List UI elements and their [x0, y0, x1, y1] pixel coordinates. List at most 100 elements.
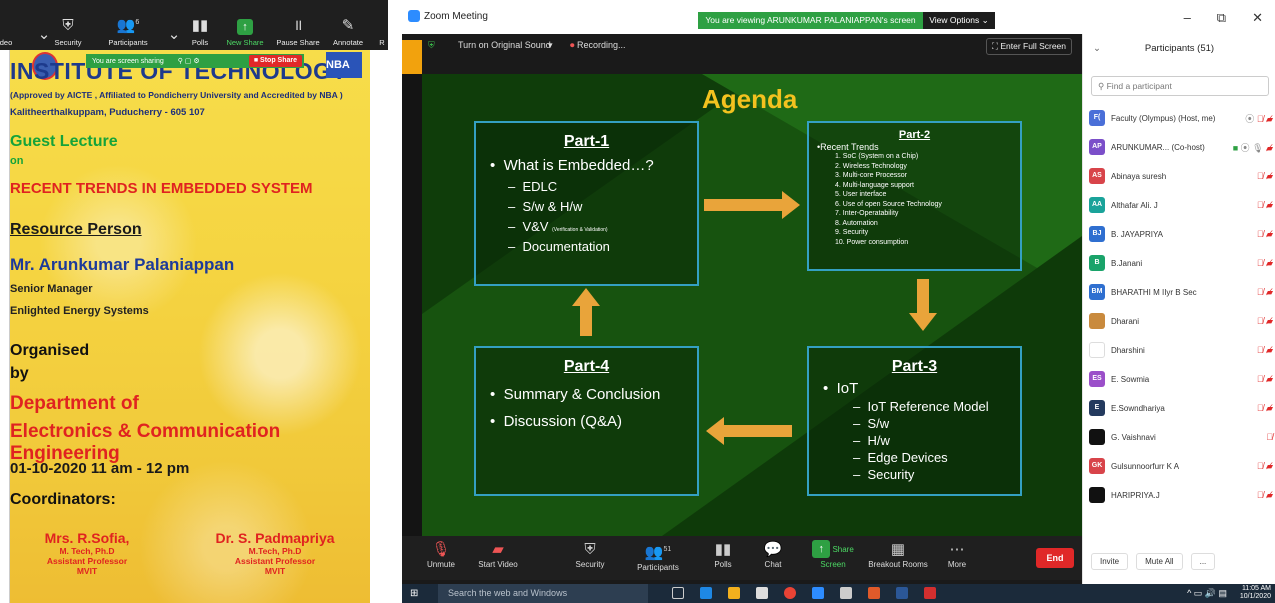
participant-row[interactable]: E E.Sowndhariya 🎙̸ ▰̸ [1089, 396, 1273, 420]
participant-status-icons: 🎙̸ ▰̸ [1256, 489, 1273, 500]
toolbar-pause-share-button[interactable]: ॥ Pause Share [274, 0, 322, 50]
participant-status-icons: 🎙̸ ▰̸ [1256, 460, 1273, 471]
chevron-down-icon[interactable]: ⌄ [1093, 36, 1101, 62]
more-button[interactable]: ⋯ More [942, 540, 972, 569]
start-video-button[interactable]: ▰ Start Video [472, 540, 524, 569]
toolbar-more-button[interactable]: R [376, 0, 388, 50]
avatar [1089, 429, 1105, 445]
participants-button[interactable]: 👥51 Participants [630, 540, 686, 572]
app-icon[interactable] [868, 587, 880, 599]
coordinator-1: Mrs. R.Sofia, M. Tech, Ph.D Assistant Pr… [44, 530, 130, 576]
avatar: AA [1089, 197, 1105, 213]
participant-row[interactable]: GK Gulsunnoorfurr K A 🎙̸ ▰̸ [1089, 454, 1273, 478]
zoom-window: Zoom Meeting You are viewing ARUNKUMAR P… [402, 0, 1275, 603]
poster-topic: RECENT TRENDS IN EMBEDDED SYSTEM [10, 180, 313, 197]
chat-button[interactable]: 💬 Chat [758, 540, 788, 569]
toolbar-security-button[interactable]: ⛨ Security [50, 0, 86, 50]
toolbar-annotate-button[interactable]: ✎ Annotate [326, 0, 370, 50]
recording-indicator[interactable]: ⏺ Recording... [570, 40, 626, 51]
participant-row[interactable]: F( Faculty (Olympus) (Host, me) ⦿ 🎙̸ ▰̸ [1089, 106, 1273, 130]
invite-button[interactable]: Invite [1091, 552, 1129, 570]
poster-organised: Organised [10, 342, 90, 359]
toolbar-polls-button[interactable]: ▮▮ Polls [184, 0, 216, 50]
toolbar-chevron-2[interactable]: ⌄ [168, 0, 181, 50]
arrow-down-icon [909, 279, 937, 331]
stop-share-button[interactable]: ■ Stop Share [248, 55, 302, 67]
mute-all-button[interactable]: Mute All [1136, 552, 1183, 570]
avatar [1089, 487, 1105, 503]
participant-row[interactable]: BM BHARATHI M IIyr B Sec 🎙̸ ▰̸ [1089, 280, 1273, 304]
participant-row[interactable]: HARIPRIYA.J 🎙̸ ▰̸ [1089, 483, 1273, 507]
polls-icon: ▮▮ [191, 17, 209, 34]
part-4-box: Part-4 • Summary & Conclusion • Discussi… [474, 346, 699, 496]
zoom-taskbar-icon[interactable] [812, 587, 824, 599]
participant-row[interactable]: ES E. Sowmia 🎙̸ ▰̸ [1089, 367, 1273, 391]
share-banner-text: You are screen sharing [92, 57, 164, 65]
participants-header: ⌄ Participants (51) [1083, 36, 1275, 62]
participants-icon: 👥51 [644, 544, 672, 561]
participants-title: Participants (51) [1144, 43, 1215, 54]
chrome-icon[interactable] [784, 587, 796, 599]
restore-button[interactable]: ⧉ [1217, 10, 1226, 26]
meeting-top-bar: ⓘ ⛨ Turn on Original Sound ▾ ⏺ Recording… [402, 34, 1082, 58]
arrow-right-icon [704, 191, 800, 219]
participant-row[interactable]: Dharani 🎙̸ ▰̸ [1089, 309, 1273, 333]
toolbar-new-share-button[interactable]: ↑ New Share [222, 0, 268, 50]
pause-icon: ॥ [293, 17, 303, 34]
system-tray-icons[interactable]: ^ ▭ 🔊 ▤ [1187, 588, 1227, 599]
poster-ece: Electronics & Communication Engineering [10, 421, 281, 464]
taskbar-search-box[interactable]: Search the web and Windows [438, 584, 648, 603]
chevron-down-icon[interactable]: ▾ [548, 40, 553, 51]
viewing-banner: You are viewing ARUNKUMAR PALANIAPPAN's … [698, 12, 923, 29]
store-icon[interactable] [756, 587, 768, 599]
participant-row[interactable]: AS Abinaya suresh 🎙̸ ▰̸ [1089, 164, 1273, 188]
participant-status-icons: ■ ⦿ 🎙 ▰̸ [1232, 142, 1273, 153]
close-button[interactable]: ✕ [1252, 10, 1263, 26]
nba-logo: NBA [326, 52, 362, 78]
pdf-icon[interactable] [924, 587, 936, 599]
arrow-up-icon [572, 288, 600, 336]
avatar: E [1089, 400, 1105, 416]
share-screen-icon: ↑ [812, 540, 831, 558]
avatar: AS [1089, 168, 1105, 184]
part-3-box: Part-3 • IoT – IoT Reference Model – S/w… [807, 346, 1022, 496]
part-2-box: Part-2 •Recent Trends 1. SoC (System on … [807, 121, 1022, 271]
system-clock[interactable]: 11:05 AM 10/1/2020 [1240, 585, 1271, 601]
participant-row[interactable]: Dharshini 🎙̸ ▰̸ [1089, 338, 1273, 362]
participant-row[interactable]: B B.Janani 🎙̸ ▰̸ [1089, 251, 1273, 275]
polls-button[interactable]: ▮▮ Polls [708, 540, 738, 569]
toolbar-participants-button[interactable]: 👥6 Participants [96, 0, 160, 50]
enter-full-screen-button[interactable]: ⛶ Enter Full Screen [986, 38, 1072, 55]
share-screen-button[interactable]: ↑ Share Screen [806, 540, 860, 569]
task-view-icon[interactable] [672, 587, 684, 599]
view-options-button[interactable]: View Options ⌄ [923, 12, 995, 29]
participant-row[interactable]: G. Vaishnavi 🎙̸ [1089, 425, 1273, 449]
breakout-icon: ▦ [890, 541, 906, 558]
original-sound-button[interactable]: Turn on Original Sound [458, 40, 551, 50]
participant-row[interactable]: AP ARUNKUMAR... (Co-host) ■ ⦿ 🎙 ▰̸ [1089, 135, 1273, 159]
more-options-button[interactable]: ... [1190, 552, 1216, 570]
security-button[interactable]: ⛨ Security [570, 540, 610, 569]
edge-browser-icon[interactable] [700, 587, 712, 599]
toolbar-video-button[interactable]: deo [0, 0, 14, 50]
minimize-button[interactable]: – [1184, 10, 1191, 26]
participant-status-icons: 🎙̸ ▰̸ [1256, 373, 1273, 384]
end-meeting-button[interactable]: End [1036, 548, 1074, 568]
encryption-shield-icon[interactable]: ⛨ [428, 40, 435, 51]
windows-start-icon[interactable]: ⊞ [410, 588, 421, 599]
avatar: GK [1089, 458, 1105, 474]
breakout-rooms-button[interactable]: ▦ Breakout Rooms [868, 540, 928, 569]
avatar [1089, 313, 1105, 329]
participant-row[interactable]: AA Althafar Ali. J 🎙̸ ▰̸ [1089, 193, 1273, 217]
file-explorer-icon[interactable] [728, 587, 740, 599]
participant-status-icons: ⦿ 🎙̸ ▰̸ [1245, 113, 1273, 124]
window-title: Zoom Meeting [424, 10, 488, 22]
unmute-button[interactable]: 🎙 Unmute [416, 540, 466, 569]
toolbar-chevron[interactable]: ⌄ [38, 0, 51, 50]
participant-search-input[interactable]: ⚲ Find a participant [1091, 76, 1269, 96]
avatar: BM [1089, 284, 1105, 300]
title-bar: Zoom Meeting You are viewing ARUNKUMAR P… [402, 0, 1275, 34]
word-icon[interactable] [896, 587, 908, 599]
app-icon[interactable] [840, 587, 852, 599]
participant-row[interactable]: BJ B. JAYAPRIYA 🎙̸ ▰̸ [1089, 222, 1273, 246]
